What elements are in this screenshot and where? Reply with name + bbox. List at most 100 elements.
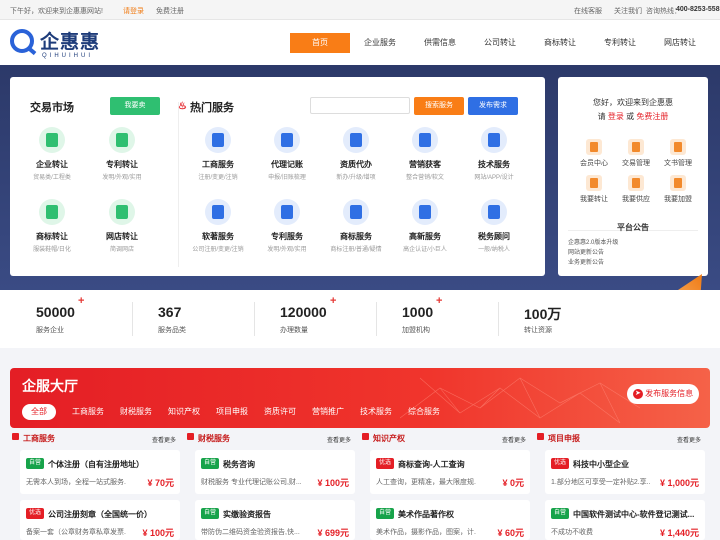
notice-item[interactable]: 业务更新公告 [568,258,618,268]
stat-number: 50000 [36,304,75,320]
view-more-link[interactable]: 查看更多 [152,435,176,444]
login-line: 请 登录 或 免费注册 [558,111,708,122]
publish-service-button[interactable]: ➤ 发布服务信息 [627,384,699,404]
nav-enterprise-service[interactable]: 企业服务 [355,33,405,53]
money-bag-icon[interactable] [274,127,300,153]
tag-icon[interactable] [343,199,369,225]
hot-service-name[interactable]: 代理记账 [254,159,320,170]
code-icon[interactable] [481,127,507,153]
logo-icon[interactable] [10,29,34,53]
hot-service-name[interactable]: 资质代办 [323,159,389,170]
market-item-name[interactable]: 网店转让 [92,231,152,242]
column-icon [187,433,194,440]
hot-service-name[interactable]: 营销获客 [392,159,458,170]
user-shortcut-label[interactable]: 文书管理 [656,158,700,168]
market-item-name[interactable]: 企业转让 [22,159,82,170]
stat-divider [376,302,377,336]
hall-tab[interactable]: 资质许可 [258,404,302,420]
briefcase-icon[interactable] [205,127,231,153]
hot-service-desc: 整合营销/软文 [406,175,444,181]
nav-patent-transfer[interactable]: 专利转让 [595,33,645,53]
nav-home[interactable]: 首页 [290,33,350,53]
nav-company-transfer[interactable]: 公司转让 [475,33,525,53]
hot-services-title: 热门服务 [190,102,234,114]
view-more-link[interactable]: 查看更多 [327,435,351,444]
market-item-name[interactable]: 专利转让 [92,159,152,170]
stat-divider [498,302,499,336]
nav-trademark-transfer[interactable]: 商标转让 [535,33,585,53]
transfer-icon[interactable] [586,175,602,191]
patent-icon[interactable] [274,199,300,225]
market-item-name[interactable]: 商标转让 [22,231,82,242]
hall-tab[interactable]: 全部 [22,404,56,420]
user-shortcut-label[interactable]: 会员中心 [572,158,616,168]
stat-number: 120000 [280,304,327,320]
ledger-icon[interactable] [628,139,644,155]
view-more-link[interactable]: 查看更多 [677,435,701,444]
hot-service-name[interactable]: 技术服务 [461,159,527,170]
sell-button[interactable]: 我要卖 [110,97,160,115]
hot-service-name[interactable]: 高新服务 [392,231,458,242]
hall-tab[interactable]: 技术服务 [354,404,398,420]
hall-tab[interactable]: 营销推广 [306,404,350,420]
login-link[interactable]: 请登录 [123,6,144,16]
hot-service-name[interactable]: 商标服务 [323,231,389,242]
card-title[interactable]: 实缴验资报告 [223,509,351,520]
target-icon[interactable] [412,127,438,153]
user-shortcut-label[interactable]: 我要加盟 [656,194,700,204]
notice-item[interactable]: 企惠惠2.0版本升级 [568,238,618,248]
follow-us-link[interactable]: 关注我们 [614,6,642,16]
box-icon[interactable] [628,175,644,191]
column-icon [12,433,19,440]
panel-divider [178,102,179,267]
crown-icon[interactable] [586,139,602,155]
user-shortcut-label[interactable]: 我要转让 [572,194,616,204]
card-description: 无需本人到场，全程一站式服务... [26,479,126,486]
certificate-icon[interactable] [109,127,135,153]
user-login-link[interactable]: 登录 [608,112,624,121]
file-icon[interactable] [670,139,686,155]
document-icon[interactable] [343,127,369,153]
view-more-link[interactable]: 查看更多 [502,435,526,444]
nav-supply-demand[interactable]: 供需信息 [415,33,465,53]
search-services-button[interactable]: 搜索服务 [414,97,464,115]
hot-service-name[interactable]: 工商服务 [185,159,251,170]
card-tag-badge: 自营 [376,508,395,519]
card-title[interactable]: 中国软件测试中心-软件登记测试... [573,509,701,520]
hot-service-name[interactable]: 专利服务 [254,231,320,242]
hall-tab[interactable]: 工商服务 [66,404,110,420]
user-shortcut-label[interactable]: 我要供应 [614,194,658,204]
online-service-link[interactable]: 在线客服 [574,6,602,16]
register-link[interactable]: 免费注册 [156,6,184,16]
stat-label: 服务品类 [158,327,186,334]
user-register-link[interactable]: 免费注册 [636,112,668,121]
hot-service-name[interactable]: 税务顾问 [461,231,527,242]
hall-tab[interactable]: 综合服务 [402,404,446,420]
card-title[interactable]: 税务咨询 [223,459,351,470]
card-title[interactable]: 美术作品著作权 [398,509,526,520]
shop-icon[interactable] [109,199,135,225]
hall-tab[interactable]: 财税服务 [114,404,158,420]
handshake-icon[interactable] [670,175,686,191]
search-input[interactable] [310,97,410,114]
publish-demand-button[interactable]: 发布需求 [468,97,518,115]
hot-service-desc: 注册/变更/注销 [198,175,238,181]
trademark-icon[interactable] [39,199,65,225]
building-icon[interactable] [39,127,65,153]
card-title[interactable]: 个体注册（自有注册地址） [48,459,176,470]
card-title[interactable]: 公司注册刻章（全国统一价） [48,509,176,520]
column-title: 财税服务 [198,434,230,443]
hall-tab[interactable]: 项目申报 [210,404,254,420]
hot-service-name[interactable]: 软著服务 [185,231,251,242]
hall-tab[interactable]: 知识产权 [162,404,206,420]
card-title[interactable]: 科技中小型企业 [573,459,701,470]
notice-item[interactable]: 网站更新公告 [568,248,618,258]
card-price: ¥ 70元 [147,478,174,488]
user-shortcut-label[interactable]: 交易管理 [614,158,658,168]
nav-shop-transfer[interactable]: 网店转让 [655,33,705,53]
clipboard-icon[interactable] [205,199,231,225]
logo-text[interactable]: 企惠惠 [40,27,100,54]
medal-icon[interactable] [412,199,438,225]
book-icon[interactable] [481,199,507,225]
card-title[interactable]: 商标查询-人工查询 [398,459,526,470]
